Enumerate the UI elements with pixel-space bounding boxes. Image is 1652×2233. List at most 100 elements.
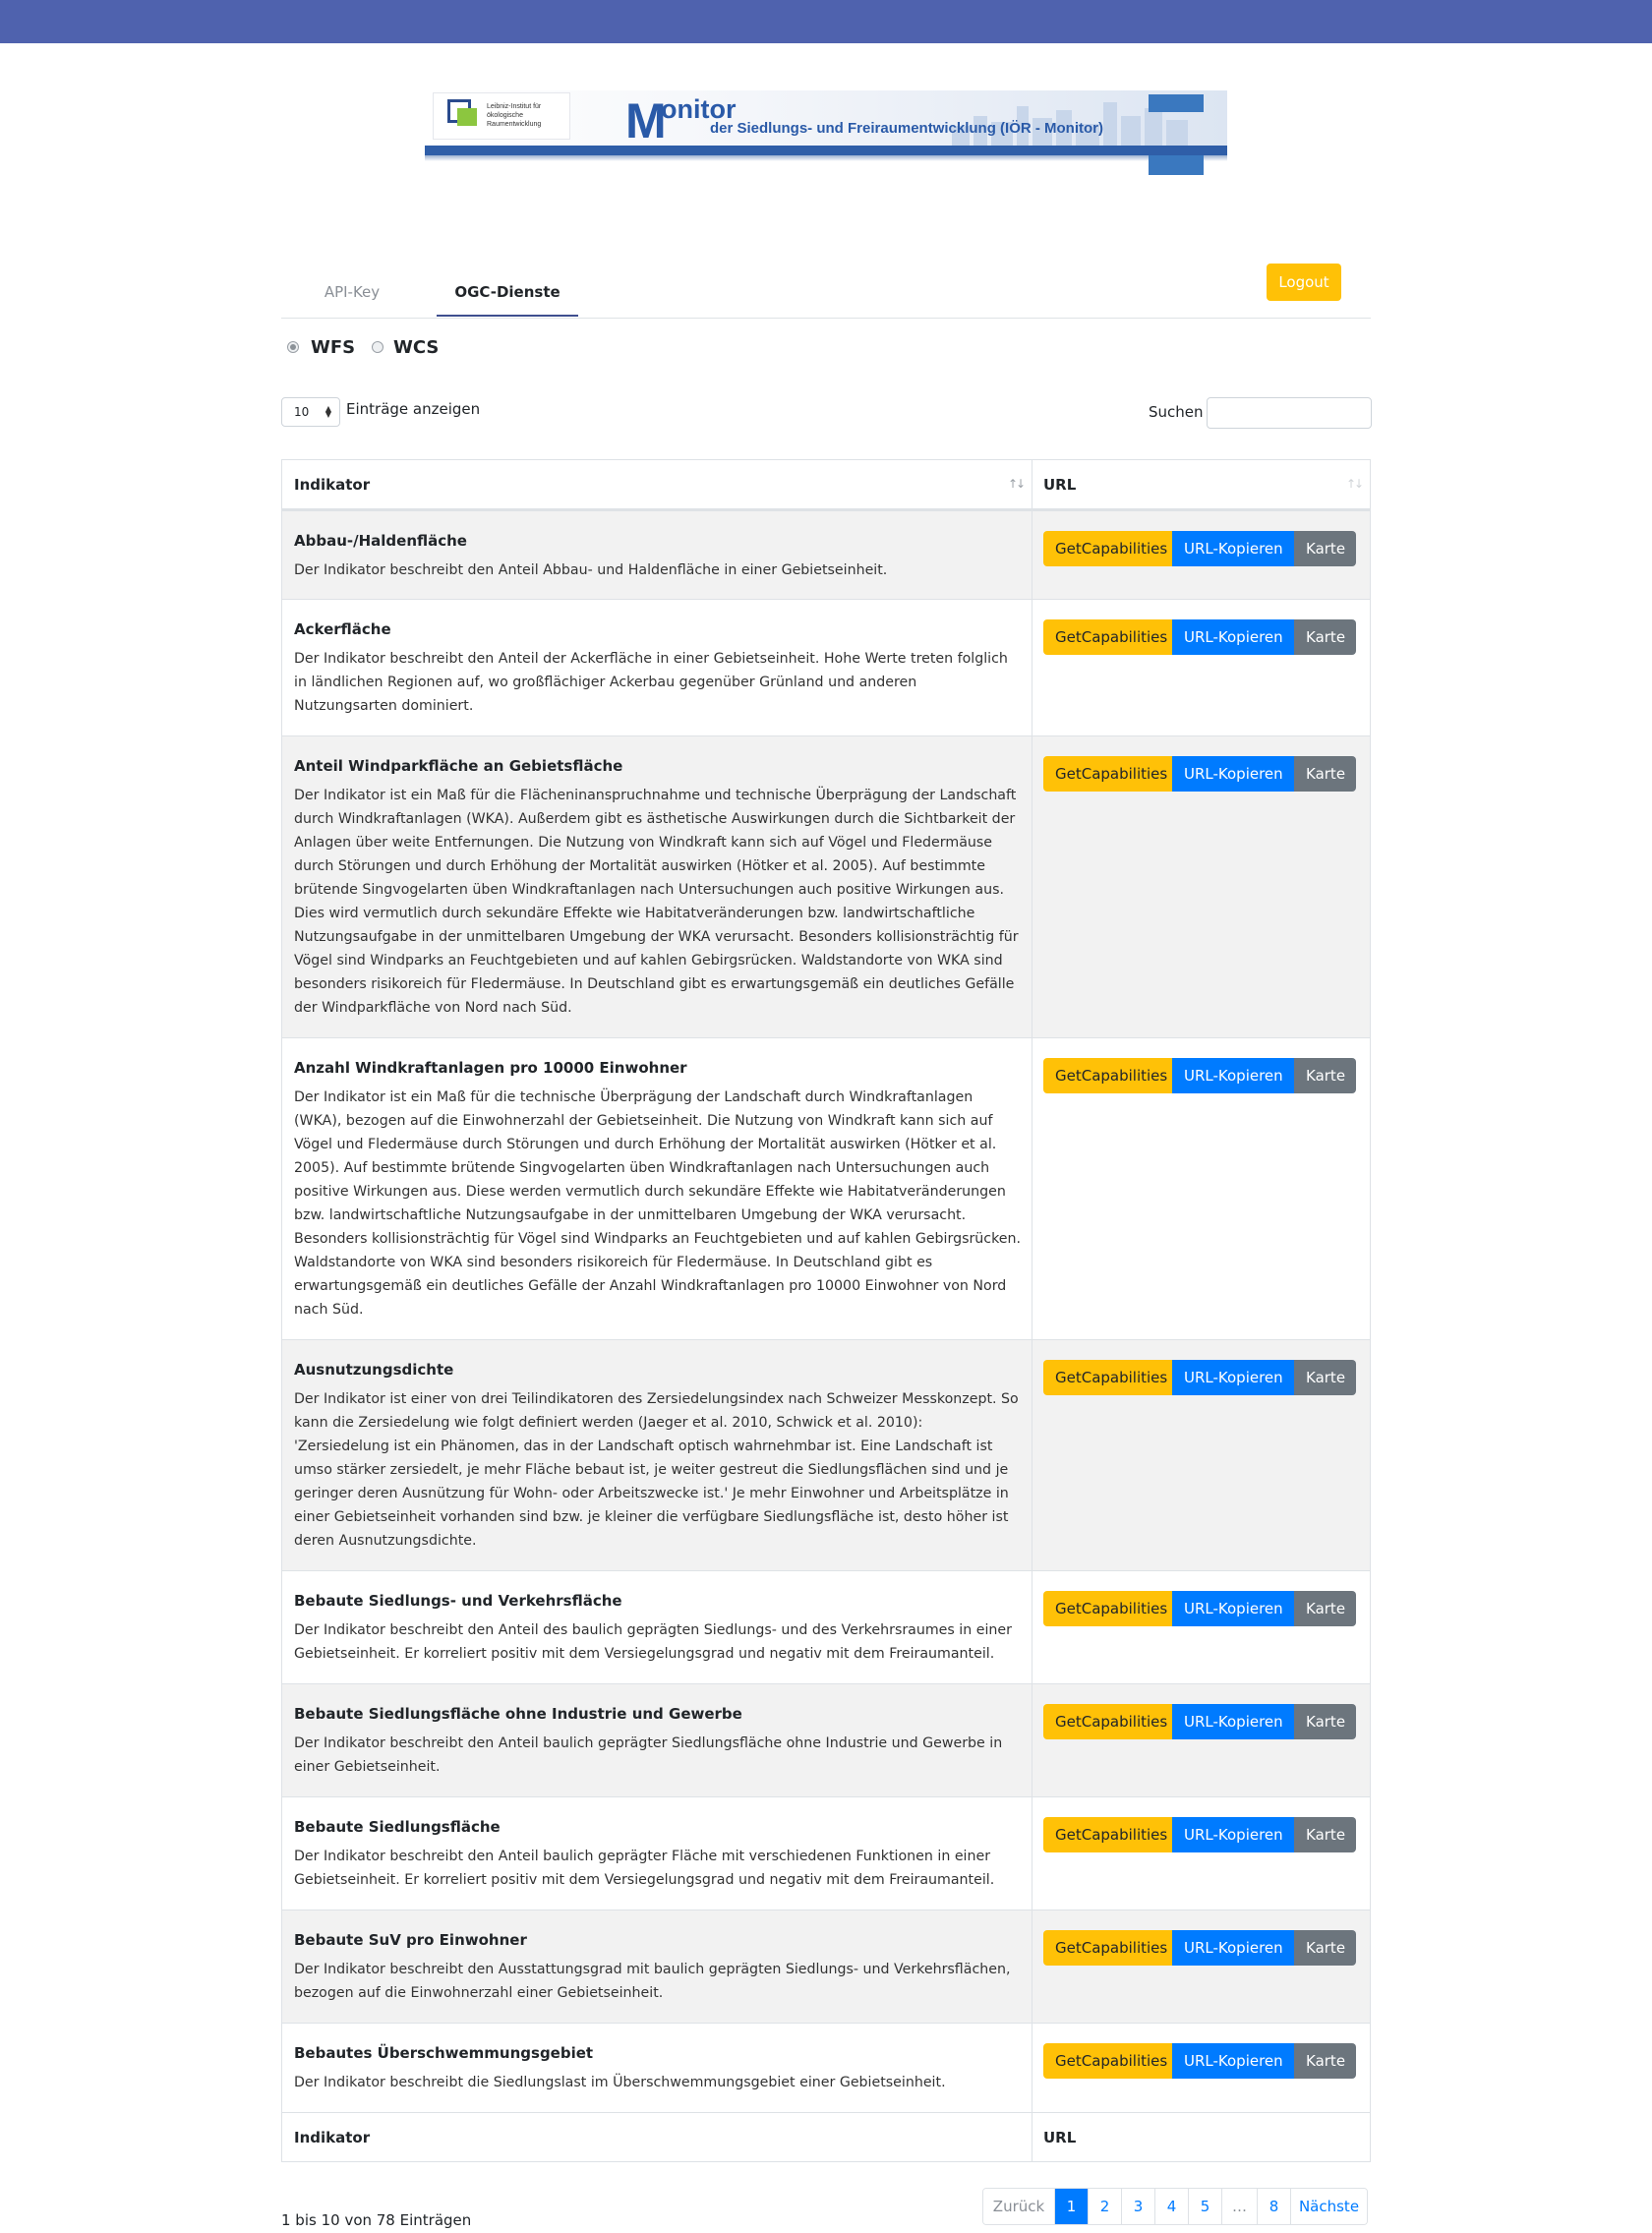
url-button-group: GetCapabilities URL-Kopieren Karte: [1043, 2043, 1356, 2079]
indicator-title: Ausnutzungsdichte: [294, 1361, 454, 1379]
getcapabilities-button[interactable]: GetCapabilities: [1043, 1591, 1172, 1626]
getcapabilities-button[interactable]: GetCapabilities: [1043, 1930, 1172, 1966]
monitor-banner: Leibniz-Institut für ökologische Raument…: [425, 90, 1227, 183]
page-4[interactable]: 4: [1154, 2189, 1188, 2224]
page-next[interactable]: Nächste: [1290, 2189, 1367, 2224]
pagination: Zurück 1 2 3 4 5 … 8 Nächste: [982, 2188, 1368, 2225]
column-header-url[interactable]: URL: [1043, 460, 1358, 508]
url-button-group: GetCapabilities URL-Kopieren Karte: [1043, 1591, 1356, 1626]
table-row: Bebaute SuV pro Einwohner Der Indikator b…: [282, 1910, 1370, 2023]
indicator-title: Anteil Windparkfläche an Gebietsfläche: [294, 757, 623, 775]
table-info: 1 bis 10 von 78 Einträgen: [281, 2211, 472, 2229]
getcapabilities-button[interactable]: GetCapabilities: [1043, 1058, 1172, 1093]
url-copy-button[interactable]: URL-Kopieren: [1172, 756, 1294, 792]
radio-wcs[interactable]: [372, 341, 384, 353]
radio-wfs-label[interactable]: WFS: [311, 336, 355, 360]
url-copy-button[interactable]: URL-Kopieren: [1172, 2043, 1294, 2079]
page-1[interactable]: 1: [1054, 2189, 1088, 2224]
indicator-cell: Anzahl Windkraftanlagen pro 10000 Einwoh…: [294, 1058, 1022, 1322]
page-8[interactable]: 8: [1257, 2189, 1290, 2224]
sort-icon[interactable]: ↑↓: [1346, 478, 1364, 490]
getcapabilities-button[interactable]: GetCapabilities: [1043, 531, 1172, 566]
logout-button[interactable]: Logout: [1267, 264, 1341, 301]
map-button[interactable]: Karte: [1294, 756, 1356, 792]
page-5[interactable]: 5: [1188, 2189, 1221, 2224]
entries-per-page-select[interactable]: 10 ▲ ▼: [281, 397, 340, 427]
nav-tabs: API-Key OGC-Dienste Logout: [281, 262, 1371, 319]
getcapabilities-button[interactable]: GetCapabilities: [1043, 1704, 1172, 1739]
map-button[interactable]: Karte: [1294, 1591, 1356, 1626]
url-button-group: GetCapabilities URL-Kopieren Karte: [1043, 1704, 1356, 1739]
radio-wfs[interactable]: [287, 341, 299, 353]
indicator-cell: Bebaute Siedlungsfläche Der Indikator bes…: [294, 1817, 1022, 1892]
indicator-description: Der Indikator ist ein Maß für die techni…: [294, 1089, 1022, 1318]
getcapabilities-button[interactable]: GetCapabilities: [1043, 2043, 1172, 2079]
table-row: Anzahl Windkraftanlagen pro 10000 Einwoh…: [282, 1037, 1370, 1339]
url-copy-button[interactable]: URL-Kopieren: [1172, 1704, 1294, 1739]
ioer-logo-mark: [447, 99, 481, 129]
url-copy-button[interactable]: URL-Kopieren: [1172, 1817, 1294, 1852]
map-button[interactable]: Karte: [1294, 1704, 1356, 1739]
table-row: Bebaute Siedlungs- und Verkehrsfläche Der…: [282, 1570, 1370, 1683]
indicator-cell: Bebaute Siedlungsfläche ohne Industrie u…: [294, 1704, 1022, 1779]
sort-icon[interactable]: ↑↓: [1008, 478, 1026, 490]
institute-name: Leibniz-Institut für ökologische Raument…: [487, 103, 542, 128]
page-3[interactable]: 3: [1121, 2189, 1154, 2224]
indicator-title: Ackerfläche: [294, 620, 391, 638]
top-bar: [0, 0, 1652, 43]
indicator-title: Anzahl Windkraftanlagen pro 10000 Einwoh…: [294, 1059, 687, 1077]
indicator-description: Der Indikator beschreibt den Anteil baul…: [294, 1735, 1003, 1775]
getcapabilities-button[interactable]: GetCapabilities: [1043, 1360, 1172, 1395]
indicator-description: Der Indikator beschreibt den Anteil Abba…: [294, 562, 888, 578]
url-button-group: GetCapabilities URL-Kopieren Karte: [1043, 1930, 1356, 1966]
indicator-cell: Ausnutzungsdichte Der Indikator ist einer…: [294, 1360, 1022, 1553]
indicator-title: Bebaute Siedlungs- und Verkehrsfläche: [294, 1592, 622, 1610]
table-row: Ackerfläche Der Indikator beschreibt den …: [282, 599, 1370, 735]
indicator-description: Der Indikator beschreibt den Ausstattung…: [294, 1962, 1011, 2001]
table-row: Bebautes Überschwemmungsgebiet Der Indika…: [282, 2023, 1370, 2112]
url-copy-button[interactable]: URL-Kopieren: [1172, 1058, 1294, 1093]
indicator-cell: Bebaute SuV pro Einwohner Der Indikator b…: [294, 1930, 1022, 2005]
url-button-group: GetCapabilities URL-Kopieren Karte: [1043, 619, 1356, 655]
table-header: Indikator ↑↓ URL ↑↓: [282, 460, 1370, 510]
indicator-description: Der Indikator beschreibt den Anteil der …: [294, 651, 1008, 714]
getcapabilities-button[interactable]: GetCapabilities: [1043, 756, 1172, 792]
indicator-title: Abbau-/Haldenfläche: [294, 532, 467, 550]
map-button[interactable]: Karte: [1294, 1817, 1356, 1852]
url-copy-button[interactable]: URL-Kopieren: [1172, 531, 1294, 566]
url-copy-button[interactable]: URL-Kopieren: [1172, 1930, 1294, 1966]
getcapabilities-button[interactable]: GetCapabilities: [1043, 619, 1172, 655]
tab-api-key[interactable]: API-Key: [301, 271, 403, 317]
indicator-title: Bebaute Siedlungsfläche ohne Industrie u…: [294, 1705, 742, 1723]
map-button[interactable]: Karte: [1294, 1930, 1356, 1966]
column-footer-indikator: Indikator: [294, 2129, 371, 2146]
indicator-description: Der Indikator ist einer von drei Teilind…: [294, 1391, 1019, 1549]
banner-stripe: [425, 146, 1227, 155]
page-ellipsis: …: [1221, 2189, 1257, 2224]
getcapabilities-button[interactable]: GetCapabilities: [1043, 1817, 1172, 1852]
url-copy-button[interactable]: URL-Kopieren: [1172, 619, 1294, 655]
ioer-logo: Leibniz-Institut für ökologische Raument…: [433, 92, 570, 140]
url-button-group: GetCapabilities URL-Kopieren Karte: [1043, 1360, 1356, 1395]
map-button[interactable]: Karte: [1294, 619, 1356, 655]
indicator-title: Bebautes Überschwemmungsgebiet: [294, 2044, 594, 2062]
tab-ogc-dienste[interactable]: OGC-Dienste: [437, 271, 578, 317]
url-copy-button[interactable]: URL-Kopieren: [1172, 1360, 1294, 1395]
indicator-description: Der Indikator beschreibt die Siedlungsla…: [294, 2075, 946, 2090]
map-button[interactable]: Karte: [1294, 1058, 1356, 1093]
url-copy-button[interactable]: URL-Kopieren: [1172, 1591, 1294, 1626]
indicator-description: Der Indikator beschreibt den Anteil des …: [294, 1622, 1012, 1662]
search-input[interactable]: [1207, 397, 1372, 429]
column-footer-url: URL: [1043, 2129, 1077, 2146]
map-button[interactable]: Karte: [1294, 2043, 1356, 2079]
map-button[interactable]: Karte: [1294, 531, 1356, 566]
page-previous[interactable]: Zurück: [983, 2189, 1054, 2224]
page-2[interactable]: 2: [1088, 2189, 1121, 2224]
column-header-indikator[interactable]: Indikator: [294, 460, 1022, 508]
url-button-group: GetCapabilities URL-Kopieren Karte: [1043, 1817, 1356, 1852]
radio-wcs-label[interactable]: WCS: [393, 336, 439, 360]
indicator-cell: Ackerfläche Der Indikator beschreibt den …: [294, 619, 1022, 718]
url-button-group: GetCapabilities URL-Kopieren Karte: [1043, 756, 1356, 792]
table-row: Abbau-/Haldenfläche Der Indikator beschre…: [282, 510, 1370, 599]
map-button[interactable]: Karte: [1294, 1360, 1356, 1395]
